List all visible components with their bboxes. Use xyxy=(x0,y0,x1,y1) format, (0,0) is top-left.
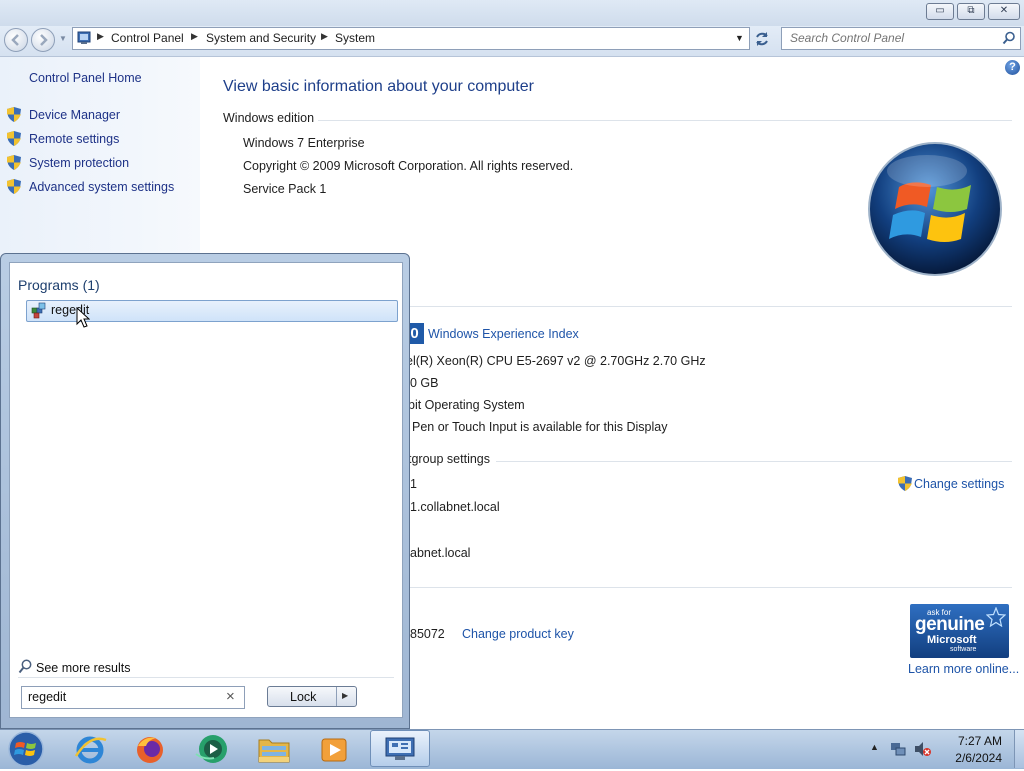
clock-time[interactable]: 7:27 AM xyxy=(958,734,1002,748)
address-bar[interactable]: ▶ Control Panel ▶ System and Security ▶ … xyxy=(72,27,750,50)
back-button[interactable] xyxy=(4,28,28,52)
change-product-key-link[interactable]: Change product key xyxy=(462,627,574,641)
search-box[interactable] xyxy=(781,27,1021,50)
star-icon xyxy=(986,607,1006,627)
show-hidden-icons-button[interactable]: ▲ xyxy=(870,742,879,752)
sidebar-item-remote-settings[interactable]: Remote settings xyxy=(29,132,119,146)
minimize-button[interactable]: ▭ xyxy=(926,3,954,20)
sidebar-item-system-protection[interactable]: System protection xyxy=(29,156,129,170)
page-title: View basic information about your comput… xyxy=(223,78,534,95)
clear-search-icon[interactable]: × xyxy=(226,688,235,705)
firefox-icon xyxy=(137,737,163,763)
close-button[interactable]: ✕ xyxy=(988,3,1020,20)
change-settings-link[interactable]: Change settings xyxy=(914,477,1004,491)
taskbar-internet-explorer[interactable] xyxy=(70,732,110,768)
genuine-microsoft-badge[interactable]: ask for genuine Microsoft software xyxy=(910,604,1009,658)
sidebar-item-advanced-system-settings[interactable]: Advanced system settings xyxy=(29,180,174,194)
domain-value: abnet.local xyxy=(410,546,471,560)
maximize-button[interactable]: ⧉ xyxy=(957,3,985,20)
uac-shield-icon xyxy=(7,179,21,194)
taskbar-windows-explorer[interactable] xyxy=(254,732,294,768)
button-divider xyxy=(336,687,337,706)
service-pack-value: Service Pack 1 xyxy=(243,182,327,196)
section-divider xyxy=(405,587,1012,588)
section-divider xyxy=(18,677,394,678)
folder-icon xyxy=(258,739,290,763)
back-arrow-icon xyxy=(11,34,19,46)
uac-shield-icon xyxy=(7,107,21,122)
clock-date[interactable]: 2/6/2024 xyxy=(955,751,1002,765)
breadcrumb-arrow-icon[interactable]: ▶ xyxy=(97,31,104,42)
genuine-brand: Microsoft xyxy=(927,634,977,646)
network-icon[interactable] xyxy=(890,741,906,757)
taskbar: ▲ 7:27 AM 2/6/2024 xyxy=(0,729,1024,769)
copyright-text: Copyright © 2009 Microsoft Corporation. … xyxy=(243,159,574,173)
taskbar-control-panel-active[interactable] xyxy=(370,730,430,767)
windows-edition-value: Windows 7 Enterprise xyxy=(243,136,365,150)
refresh-icon xyxy=(756,32,768,46)
refresh-button[interactable] xyxy=(751,29,773,49)
pen-touch-value: Pen or Touch Input is available for this… xyxy=(412,420,668,434)
help-button[interactable]: ? xyxy=(1005,60,1020,75)
windows-logo-icon xyxy=(868,142,1002,276)
sidebar-item-device-manager[interactable]: Device Manager xyxy=(29,108,120,122)
see-more-results-link[interactable]: See more results xyxy=(36,661,130,675)
title-bar: ▭ ⧉ ✕ xyxy=(0,0,1024,26)
search-icon xyxy=(18,659,32,674)
lock-button[interactable]: Lock ▶ xyxy=(267,686,357,707)
control-panel-icon xyxy=(77,31,91,44)
taskbar-media-player[interactable] xyxy=(314,732,354,768)
taskbar-media-center[interactable] xyxy=(192,732,232,768)
start-search-input[interactable] xyxy=(28,690,218,704)
mouse-cursor-icon xyxy=(76,307,90,328)
internet-explorer-icon xyxy=(74,736,107,764)
forward-arrow-icon xyxy=(40,34,48,46)
recent-pages-dropdown[interactable]: ▼ xyxy=(59,34,67,43)
shutdown-options-arrow-icon[interactable]: ▶ xyxy=(342,691,348,700)
start-button[interactable] xyxy=(6,731,46,767)
lock-button-label: Lock xyxy=(290,690,317,704)
section-divider xyxy=(496,461,1012,462)
system-type-value: bit Operating System xyxy=(408,398,525,412)
full-computer-name-value: 1.collabnet.local xyxy=(410,500,500,514)
uac-shield-icon xyxy=(7,131,21,146)
genuine-software: software xyxy=(950,646,977,653)
address-dropdown-icon[interactable]: ▼ xyxy=(735,33,744,43)
breadcrumb-system-and-security[interactable]: System and Security xyxy=(206,31,316,45)
section-divider xyxy=(318,120,1012,121)
learn-more-online-link[interactable]: Learn more online... xyxy=(908,662,1019,676)
start-menu-results-pane: Programs (1) regedit See more results xyxy=(9,262,403,718)
breadcrumb-arrow-icon[interactable]: ▶ xyxy=(321,31,328,42)
start-search-box[interactable]: × xyxy=(21,686,245,709)
breadcrumb-system[interactable]: System xyxy=(335,31,375,45)
programs-heading: Programs (1) xyxy=(18,277,100,293)
media-center-icon xyxy=(195,735,227,763)
show-desktop-button[interactable] xyxy=(1014,730,1024,768)
search-icon[interactable] xyxy=(1002,31,1016,45)
control-panel-home-link[interactable]: Control Panel Home xyxy=(29,71,142,85)
media-player-icon xyxy=(321,738,347,762)
genuine-title: genuine xyxy=(915,614,985,635)
product-id-value: 85072 xyxy=(410,627,445,641)
search-input[interactable] xyxy=(790,31,990,45)
windows-experience-index-link[interactable]: Windows Experience Index xyxy=(428,327,579,341)
taskbar-firefox[interactable] xyxy=(130,732,170,768)
uac-shield-icon xyxy=(898,476,912,491)
breadcrumb-control-panel[interactable]: Control Panel xyxy=(111,31,184,45)
start-menu: Programs (1) regedit See more results × … xyxy=(0,253,410,729)
processor-value: el(R) Xeon(R) CPU E5-2697 v2 @ 2.70GHz 2… xyxy=(406,354,706,368)
section-divider xyxy=(405,306,1012,307)
windows-start-orb-icon xyxy=(8,731,44,767)
navigation-bar: ▼ ▶ Control Panel ▶ System and Security … xyxy=(0,26,1024,57)
windows-edition-heading: Windows edition xyxy=(223,111,315,125)
regedit-icon xyxy=(31,302,46,319)
breadcrumb-arrow-icon[interactable]: ▶ xyxy=(191,31,198,42)
control-panel-icon xyxy=(385,737,415,760)
uac-shield-icon xyxy=(7,155,21,170)
forward-button[interactable] xyxy=(31,28,55,52)
memory-value: 0 GB xyxy=(410,376,439,390)
workgroup-settings-heading: tgroup settings xyxy=(408,452,490,466)
computer-name-value: 1 xyxy=(410,477,417,491)
volume-muted-icon[interactable] xyxy=(914,741,932,757)
